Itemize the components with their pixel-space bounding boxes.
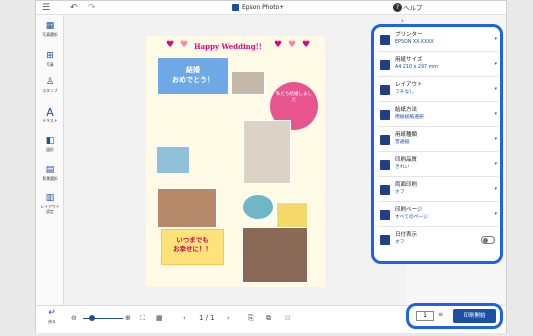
- delete-page-icon[interactable]: ⊟: [285, 313, 291, 323]
- photo-couple-small[interactable]: [231, 71, 265, 95]
- menu-icon[interactable]: ☰: [42, 3, 50, 13]
- prev-page-icon[interactable]: ‹: [183, 313, 186, 323]
- back-button[interactable]: ↵ 戻る: [38, 308, 66, 324]
- zoom-out-icon[interactable]: ⊖: [71, 313, 77, 323]
- setting-layout[interactable]: レイアウト フチなし ▾: [378, 80, 499, 102]
- setting-duplex[interactable]: 両面印刷 オフ ▾: [378, 180, 499, 202]
- heart-icon: ♥: [302, 40, 311, 50]
- copies-stepper-icon[interactable]: ≡: [438, 311, 443, 318]
- zoom-slider-handle[interactable]: [89, 315, 95, 321]
- zoom-in-icon[interactable]: ⊕: [125, 313, 131, 323]
- stamp-bells: [276, 202, 308, 228]
- congrats-banner: 結婚 おめでとう！: [157, 57, 229, 95]
- title-bar: ☰ ↶ ↷ Epson Photo+ ? ヘルプ: [36, 1, 506, 15]
- heart-icon: ♥: [180, 40, 189, 50]
- date-display-toggle[interactable]: [481, 236, 495, 244]
- photo-couple-main[interactable]: [243, 120, 291, 184]
- stamp-icon: ♙: [45, 77, 55, 87]
- stamp-birds: [156, 146, 190, 174]
- chevron-down-icon: ▾: [494, 86, 497, 92]
- paper-size-icon: [380, 60, 390, 70]
- canvas-area: › ♥ ♥ Happy Wedding!! ♥ ♥ ♥ 結婚 おめでとう！ 私た…: [64, 15, 406, 305]
- redo-icon[interactable]: ↷: [88, 3, 96, 13]
- grid-icon[interactable]: ▦: [156, 313, 163, 323]
- help-label[interactable]: ヘルプ: [403, 3, 423, 13]
- background-icon: ▤: [45, 165, 55, 175]
- setting-paper-feed[interactable]: 給紙方法 用紙総紙選択 ▾: [378, 105, 499, 127]
- printer-icon: [380, 35, 390, 45]
- print-preview-page[interactable]: ♥ ♥ Happy Wedding!! ♥ ♥ ♥ 結婚 おめでとう！ 私たち結…: [146, 36, 325, 287]
- sidebar-item-background[interactable]: ▤ 背景選択: [36, 165, 64, 181]
- duplicate-page-icon[interactable]: ⧉: [266, 313, 271, 323]
- chevron-down-icon: ▾: [494, 36, 497, 42]
- fit-page-icon[interactable]: ⛶: [140, 313, 145, 323]
- setting-print-pages[interactable]: 印刷ページ すべてのページ ▾: [378, 205, 499, 227]
- photo-select-icon: ▦: [45, 21, 55, 31]
- next-page-icon[interactable]: ›: [227, 313, 230, 323]
- wedding-title: Happy Wedding!!: [194, 42, 262, 51]
- chevron-down-icon: ▾: [494, 136, 497, 142]
- chevron-down-icon: ▾: [494, 111, 497, 117]
- heart-icon: ♥: [274, 40, 283, 50]
- setting-printer[interactable]: プリンター EPSON XX-XXXX ▾: [378, 30, 499, 52]
- app-logo-icon: [232, 4, 239, 11]
- sidebar-item-photo[interactable]: ⊞ 写真: [36, 51, 64, 67]
- chevron-down-icon: ▾: [494, 211, 497, 217]
- tool-sidebar: ▦ 写真選択 ⊞ 写真 ♙ スタンプ A テキスト ◧ 図形 ▤ 背景選択 ▥ …: [36, 15, 64, 305]
- heart-icon: ♥: [166, 40, 175, 50]
- add-photo-icon: ⊞: [46, 51, 54, 61]
- duplex-icon: [380, 185, 390, 195]
- paper-type-icon: [380, 135, 390, 145]
- undo-icon[interactable]: ↶: [70, 3, 78, 13]
- print-settings-panel: プリンター EPSON XX-XXXX ▾ 用紙サイズ A4 210 x 297…: [371, 24, 503, 264]
- print-action-box: 1 ≡ 印刷開始: [406, 303, 503, 329]
- page-indicator: 1 / 1: [199, 314, 215, 322]
- setting-paper-type[interactable]: 用紙種類 普通紙 ▾: [378, 130, 499, 152]
- photo-rings[interactable]: [157, 188, 217, 228]
- setting-paper-size[interactable]: 用紙サイズ A4 210 x 297 mm ▾: [378, 55, 499, 77]
- add-page-icon[interactable]: ⎘: [248, 313, 254, 323]
- sidebar-item-text[interactable]: A テキスト: [36, 107, 64, 123]
- date-icon: [380, 235, 390, 245]
- print-start-button[interactable]: 印刷開始: [453, 309, 496, 323]
- sidebar-item-shape[interactable]: ◧ 図形: [36, 136, 64, 152]
- stamp-heart: [242, 194, 274, 220]
- sidebar-item-stamp[interactable]: ♙ スタンプ: [36, 77, 64, 93]
- chevron-down-icon: ▾: [494, 61, 497, 67]
- best-wishes-banner: いつまでも お幸せに！！: [161, 229, 224, 265]
- copies-input[interactable]: 1: [416, 311, 434, 321]
- setting-date-display: 日付表示 オフ: [378, 230, 499, 252]
- app-title: Epson Photo+: [242, 4, 285, 11]
- photo-ceremony[interactable]: [242, 227, 308, 283]
- shape-icon: ◧: [45, 136, 55, 146]
- chevron-down-icon: ▾: [494, 186, 497, 192]
- sidebar-item-layout[interactable]: ▥ レイアウト設定: [36, 193, 64, 214]
- print-quality-icon: [380, 160, 390, 170]
- sidebar-item-photo-select[interactable]: ▦ 写真選択: [36, 21, 64, 37]
- layout-icon: ▥: [45, 193, 55, 203]
- paper-feed-icon: [380, 110, 390, 120]
- setting-print-quality[interactable]: 印刷品質 きれい ▾: [378, 155, 499, 177]
- print-pages-icon: [380, 210, 390, 220]
- heart-icon: ♥: [288, 40, 297, 50]
- text-icon: A: [46, 106, 54, 119]
- chevron-down-icon: ▾: [494, 161, 497, 167]
- layout-borderless-icon: [380, 85, 390, 95]
- back-icon: ↵: [48, 308, 56, 318]
- help-icon[interactable]: ?: [393, 3, 402, 12]
